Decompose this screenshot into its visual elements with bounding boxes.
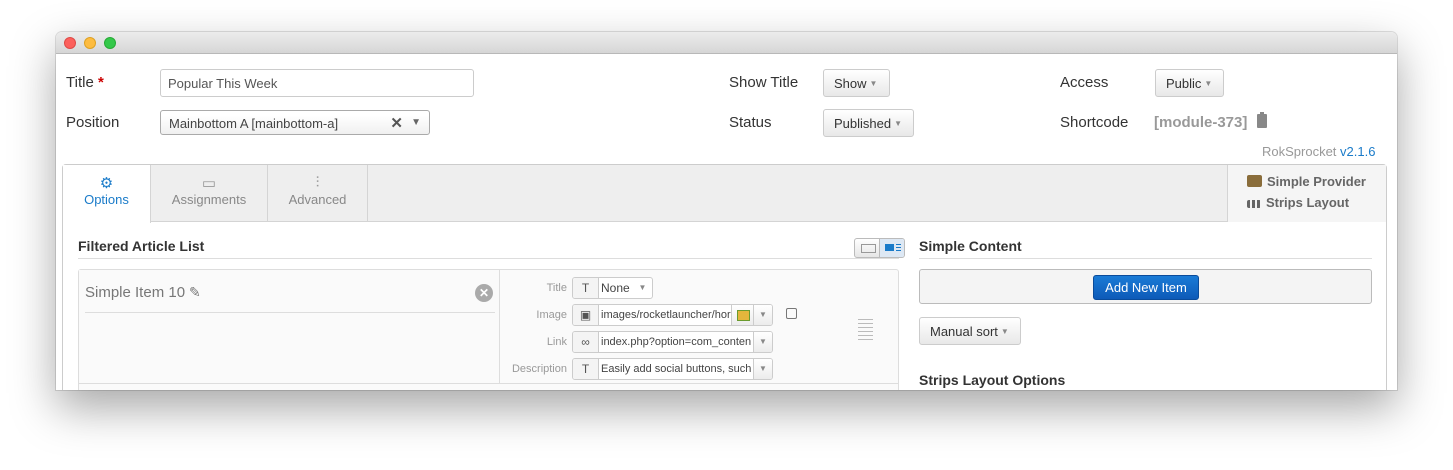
view-toggle[interactable] xyxy=(854,238,905,258)
clear-position-icon[interactable]: ✕ xyxy=(390,114,403,132)
tab-options[interactable]: ⚙ Options xyxy=(63,165,151,223)
access-dropdown[interactable]: Public ▼ xyxy=(1155,69,1224,97)
position-label: Position xyxy=(66,114,120,131)
strips-layout-icon xyxy=(1247,200,1261,208)
sort-dropdown[interactable]: Manual sort ▼ xyxy=(919,317,1021,345)
text-icon: T xyxy=(573,359,599,379)
status-label: Status xyxy=(729,114,772,131)
item-bottom-divider xyxy=(79,383,898,384)
caret-down-icon: ▼ xyxy=(1204,79,1213,88)
caret-down-icon[interactable]: ▼ xyxy=(753,332,772,352)
title-label: Title * xyxy=(66,74,104,91)
expanded-view-icon[interactable] xyxy=(880,239,904,257)
tab-advanced[interactable]: ⫶ Advanced xyxy=(268,165,368,222)
show-title-dropdown[interactable]: Show ▼ xyxy=(823,69,890,97)
item-divider xyxy=(85,312,495,313)
text-icon: T xyxy=(573,278,599,298)
caret-down-icon: ▼ xyxy=(638,283,647,292)
edit-icon[interactable] xyxy=(786,308,797,319)
app-window: Title * Popular This Week Show Title Sho… xyxy=(56,32,1397,390)
field-label-description: Description xyxy=(511,363,567,375)
caret-down-icon: ▼ xyxy=(1000,327,1009,336)
caret-down-icon[interactable]: ▼ xyxy=(753,359,772,379)
tab-bar: ⚙ Options ▭ Assignments ⫶ Advanced Simpl… xyxy=(63,165,1386,223)
drag-handle-icon[interactable] xyxy=(858,319,873,341)
module-editor: Title * Popular This Week Show Title Sho… xyxy=(56,54,1397,390)
zoom-window-button[interactable] xyxy=(104,37,116,49)
field-label-image: Image xyxy=(536,309,567,321)
access-label: Access xyxy=(1060,74,1109,91)
compact-view-icon[interactable] xyxy=(855,239,880,257)
clipboard-icon[interactable] xyxy=(1257,112,1267,128)
remove-item-icon[interactable]: ✕ xyxy=(475,284,493,302)
caret-down-icon[interactable]: ▼ xyxy=(753,305,772,325)
gear-icon: ⚙ xyxy=(99,175,114,192)
provider-row: Simple Provider xyxy=(1247,174,1386,195)
add-item-area: Add New Item xyxy=(919,269,1372,304)
shortcode-value: [module-373] xyxy=(1154,114,1248,131)
image-icon: ▣ xyxy=(573,305,599,325)
description-field-input[interactable]: T Easily add social buttons, such ▼ xyxy=(572,358,773,380)
item-title[interactable]: Simple Item 10 ✎ xyxy=(85,284,201,301)
strips-layout-options-title: Strips Layout Options xyxy=(919,372,1066,388)
caret-down-icon: ▼ xyxy=(869,79,878,88)
filtered-list-title: Filtered Article List xyxy=(78,238,205,254)
title-field-select[interactable]: T None ▼ xyxy=(572,277,653,299)
status-dropdown[interactable]: Published ▼ xyxy=(823,109,914,137)
image-field-input[interactable]: ▣ images/rocketlauncher/hor ▼ xyxy=(572,304,773,326)
caret-down-icon[interactable]: ▼ xyxy=(411,117,421,128)
section-divider xyxy=(919,258,1372,259)
title-input[interactable]: Popular This Week xyxy=(160,69,474,97)
add-new-item-button[interactable]: Add New Item xyxy=(1093,275,1199,300)
position-select[interactable]: Mainbottom A [mainbottom-a] ✕ ▼ xyxy=(160,110,430,135)
position-value: Mainbottom A [mainbottom-a] xyxy=(169,116,339,131)
section-divider xyxy=(78,258,899,259)
link-field-input[interactable]: ∞ index.php?option=com_conten ▼ xyxy=(572,331,773,353)
media-picker-icon[interactable] xyxy=(731,305,753,325)
required-marker: * xyxy=(97,74,104,91)
pencil-icon[interactable]: ✎ xyxy=(189,284,201,300)
link-icon: ∞ xyxy=(573,332,599,352)
item-header: Simple Item 10 ✎ ✕ xyxy=(79,270,500,383)
sliders-icon: ⫶ xyxy=(315,174,320,191)
close-window-button[interactable] xyxy=(64,37,76,49)
minimize-window-button[interactable] xyxy=(84,37,96,49)
field-label-link: Link xyxy=(546,336,567,348)
provider-icon xyxy=(1247,175,1262,187)
layout-row: Strips Layout xyxy=(1247,195,1386,216)
settings-panel: ⚙ Options ▭ Assignments ⫶ Advanced Simpl… xyxy=(62,164,1387,390)
window-titlebar xyxy=(56,32,1397,54)
assignments-icon: ▭ xyxy=(201,175,217,192)
field-label-title: Title xyxy=(546,282,567,294)
tab-assignments[interactable]: ▭ Assignments xyxy=(151,165,268,222)
show-title-label: Show Title xyxy=(729,74,799,91)
provider-info: Simple Provider Strips Layout xyxy=(1227,165,1386,222)
list-item: Simple Item 10 ✎ ✕ xyxy=(78,269,899,390)
shortcode-label: Shortcode xyxy=(1060,114,1129,131)
version-info: RokSprocket v2.1.6 xyxy=(1262,144,1376,159)
caret-down-icon: ▼ xyxy=(894,119,903,128)
simple-content-title: Simple Content xyxy=(919,238,1022,254)
